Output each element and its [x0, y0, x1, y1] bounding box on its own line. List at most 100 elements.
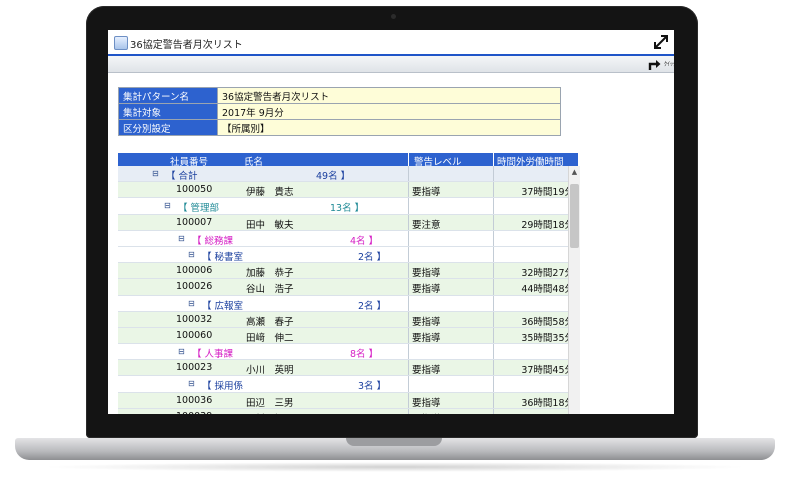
warning-level: 要指導 [412, 332, 441, 344]
group-label: 【 合計 [166, 171, 198, 182]
title-bar: 36協定警告者月次リスト [108, 30, 674, 54]
group-row[interactable]: ⊟ 【 管理部 13名 】 [118, 198, 578, 215]
group-count: 4名 】 [350, 235, 379, 247]
info-label: 集計対象 [118, 103, 218, 120]
group-row[interactable]: ⊟ 【 合計 49名 】 [118, 166, 578, 183]
cell-separator [493, 295, 494, 311]
employee-id: 100032 [176, 313, 213, 325]
cell-separator [408, 263, 409, 279]
overtime-hours: 37時間45分 [521, 365, 574, 377]
warning-level: 要指導 [412, 397, 441, 409]
group-label: 【 広報室 [202, 300, 244, 312]
cell-separator [408, 246, 409, 263]
collapse-toggle-icon[interactable]: ⊟ [188, 299, 195, 308]
cell-separator [408, 295, 409, 311]
collapse-toggle-icon[interactable]: ⊟ [164, 201, 171, 210]
employee-row[interactable]: 100032 高瀬 春子 要指導 36時間58分 [118, 311, 578, 328]
group-label: 【 管理部 [178, 203, 220, 215]
employee-id: 100036 [176, 394, 213, 406]
scroll-up-arrow-icon[interactable]: ▲ [569, 168, 580, 178]
employee-name: 田辺 三男 [246, 397, 294, 409]
cell-separator [493, 198, 494, 214]
employee-id: 100023 [176, 362, 213, 374]
collapse-toggle-icon[interactable]: ⊟ [188, 379, 195, 388]
employee-row[interactable]: 100060 田﨑 伸二 要指導 35時間35分 [118, 327, 578, 345]
employee-name: 加藤 恭子 [246, 268, 294, 280]
employee-name: 野村 智 [246, 411, 284, 415]
warning-level: 要注意 [412, 219, 441, 231]
employee-row[interactable]: 100007 田中 敏夫 要注意 29時間18分 [118, 214, 578, 231]
laptop-notch [346, 438, 442, 446]
cell-separator [408, 166, 409, 182]
cell-separator [408, 182, 409, 198]
group-label: 【 人事課 [192, 349, 234, 361]
cell-separator [408, 344, 409, 360]
info-value: 【所属別】 [217, 119, 561, 136]
overtime-hours: 32時間27分 [521, 268, 574, 280]
vertical-scrollbar[interactable]: ▲ [568, 166, 580, 414]
group-row[interactable]: ⊟ 【 秘書室 2名 】 [118, 246, 578, 264]
grid-header: 社員番号 氏名 警告レベル 時間外労働時間 [118, 153, 578, 168]
warning-level: 要指導 [412, 284, 441, 296]
employee-name: 谷山 浩子 [246, 284, 294, 296]
employee-row[interactable]: 100023 小川 英明 要指導 37時間45分 [118, 360, 578, 377]
collapse-toggle-icon[interactable]: ⊟ [178, 234, 185, 243]
cell-separator [408, 214, 409, 230]
scrollbar-thumb[interactable] [570, 184, 579, 248]
overtime-hours: 36時間20分 [521, 411, 574, 415]
quick-button-label[interactable]: ｸｲｯｸ [664, 59, 674, 68]
collapse-toggle-icon[interactable]: ⊟ [152, 169, 159, 178]
group-row[interactable]: ⊟ 【 人事課 8名 】 [118, 344, 578, 361]
cell-separator [493, 327, 494, 344]
info-row: 集計パターン名 36協定警告者月次リスト [118, 87, 561, 104]
cell-separator [493, 214, 494, 230]
cell-separator [408, 230, 409, 246]
maximize-icon[interactable] [652, 33, 670, 51]
warning-level: 要指導 [412, 316, 441, 328]
report-info-table: 集計パターン名 36協定警告者月次リスト 集計対象 2017年 9月分 区分別設… [118, 87, 561, 136]
quick-arrow-icon[interactable] [648, 57, 662, 71]
warning-level: 要指導 [412, 268, 441, 280]
collapse-toggle-icon[interactable]: ⊟ [188, 250, 195, 259]
employee-name: 伊藤 貴志 [246, 187, 294, 199]
info-row: 集計対象 2017年 9月分 [118, 103, 561, 120]
cell-separator [493, 408, 494, 414]
info-value: 36協定警告者月次リスト [217, 87, 561, 104]
cell-separator [493, 246, 494, 263]
group-count: 3名 】 [358, 381, 387, 393]
header-separator [408, 153, 409, 166]
cell-separator [493, 376, 494, 392]
employee-row[interactable]: 100036 田辺 三男 要指導 36時間18分 [118, 392, 578, 409]
cell-separator [493, 263, 494, 279]
cell-separator [408, 311, 409, 327]
employee-row[interactable]: 100026 谷山 浩子 要指導 44時間48分 [118, 279, 578, 296]
cell-separator [408, 327, 409, 344]
collapse-toggle-icon[interactable]: ⊟ [178, 347, 185, 356]
cell-separator [408, 392, 409, 408]
employee-name: 小川 英明 [246, 365, 294, 377]
header-separator [493, 153, 494, 166]
overtime-hours: 37時間19分 [521, 187, 574, 199]
warning-level: 要指導 [412, 411, 441, 415]
camera [391, 14, 396, 19]
cell-separator [493, 360, 494, 376]
cell-separator [408, 360, 409, 376]
cell-separator [493, 279, 494, 295]
employee-row[interactable]: 100006 加藤 恭子 要指導 32時間27分 [118, 263, 578, 280]
cell-separator [408, 279, 409, 295]
employee-id: 100007 [176, 216, 213, 228]
group-row[interactable]: ⊟ 【 総務課 4名 】 [118, 230, 578, 247]
group-row[interactable]: ⊟ 【 広報室 2名 】 [118, 295, 578, 312]
employee-row[interactable]: 100050 伊藤 貴志 要指導 37時間19分 [118, 182, 578, 199]
employee-row[interactable]: 100039 野村 智 要指導 36時間20分 [118, 408, 578, 415]
group-count: 13名 】 [330, 203, 365, 215]
cell-separator [493, 230, 494, 246]
employee-name: 高瀬 春子 [246, 316, 294, 328]
employee-id: 100050 [176, 184, 213, 196]
group-row[interactable]: ⊟ 【 採用係 3名 】 [118, 376, 578, 393]
cell-separator [408, 408, 409, 414]
info-row: 区分別設定 【所属別】 [118, 119, 561, 136]
cell-separator [408, 376, 409, 392]
app-window: 36協定警告者月次リスト ｸｲｯｸ 集計パターン名 36協定警告者月次リスト 集… [108, 30, 674, 414]
window-title: 36協定警告者月次リスト [130, 40, 243, 51]
